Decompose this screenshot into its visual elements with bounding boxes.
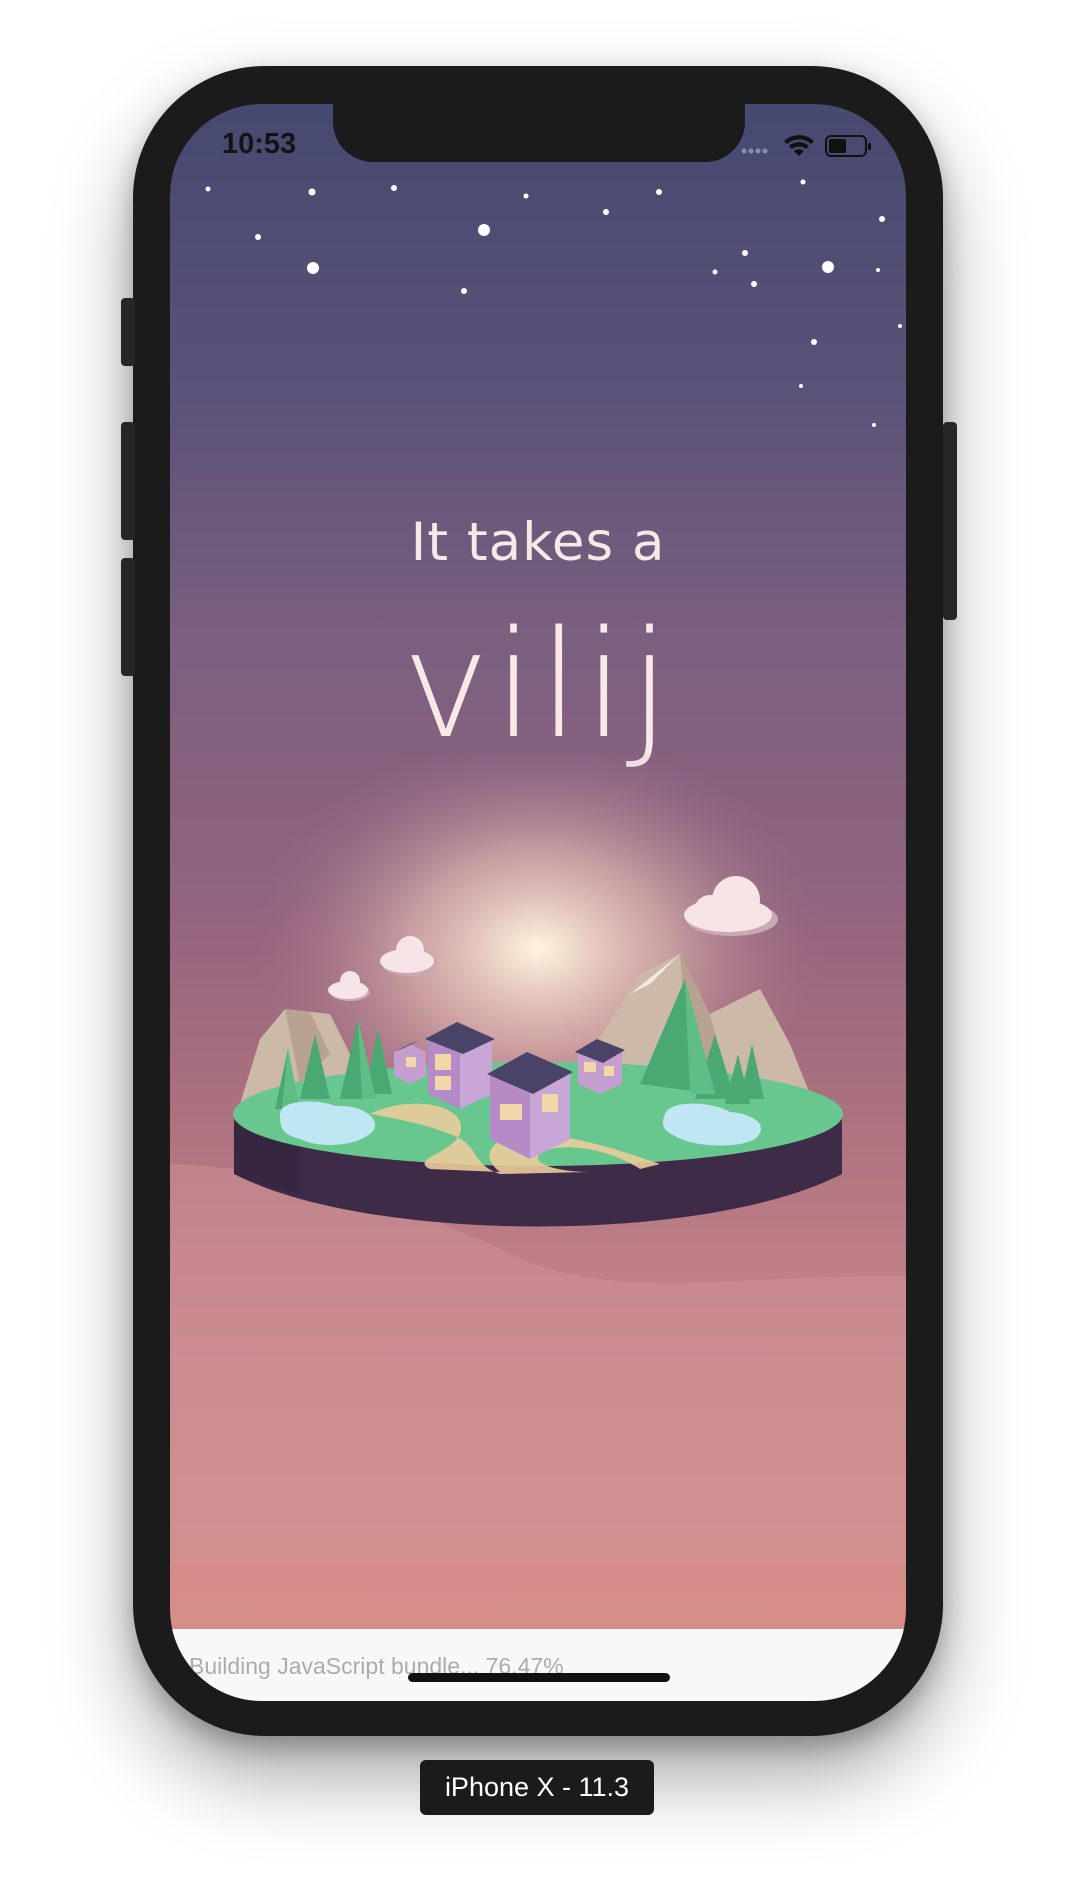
- app-logo-wordmark: vilij: [401, 599, 675, 771]
- battery-icon: [825, 135, 871, 157]
- volume-down-button: [121, 558, 135, 676]
- signal-dots-icon: [741, 148, 768, 154]
- house: [425, 1022, 495, 1109]
- home-indicator[interactable]: [408, 1673, 670, 1682]
- notch: [333, 104, 745, 162]
- splash-tagline: It takes a: [410, 512, 666, 573]
- simulator-device-label: iPhone X - 11.3: [420, 1760, 654, 1815]
- app-screen: 10:53 It takes a vilij Building JavaScri…: [170, 104, 906, 1701]
- floating-island-illustration: [233, 754, 843, 1227]
- wifi-icon: [784, 135, 814, 156]
- status-time: 10:53: [222, 128, 297, 160]
- house: [487, 1052, 573, 1159]
- packager-status-bar: Building JavaScript bundle... 76.47%: [170, 1629, 906, 1701]
- mute-switch: [121, 298, 135, 366]
- status-icons: [741, 135, 871, 157]
- volume-up-button: [121, 422, 135, 540]
- power-button: [943, 422, 957, 620]
